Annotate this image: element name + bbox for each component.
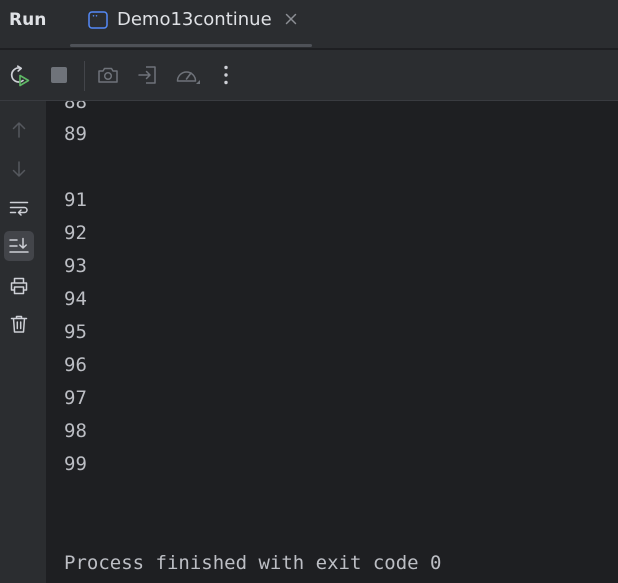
console-line: 89 xyxy=(64,123,87,145)
exit-button[interactable] xyxy=(136,63,160,87)
console-line: 94 xyxy=(64,288,87,310)
tool-window-title: Run xyxy=(9,10,47,30)
clear-all-button[interactable] xyxy=(4,309,34,339)
console-line: 96 xyxy=(64,354,87,376)
profiler-button[interactable] xyxy=(174,63,202,87)
print-button[interactable] xyxy=(4,271,34,301)
down-arrow-icon xyxy=(12,161,26,177)
run-tool-window-header: Run Demo13continue xyxy=(0,0,618,49)
rerun-button[interactable] xyxy=(7,63,31,87)
console-line: 95 xyxy=(64,321,87,343)
profiler-icon xyxy=(176,71,200,84)
console-line: 93 xyxy=(64,255,87,277)
toolbar-separator xyxy=(84,61,85,91)
console-line: 99 xyxy=(64,453,87,475)
exit-message: Process finished with exit code 0 xyxy=(64,552,442,574)
stop-button[interactable] xyxy=(47,63,71,87)
console-window-icon xyxy=(88,11,108,33)
console-line: 92 xyxy=(64,222,87,244)
tab-selected-underline xyxy=(70,44,312,47)
stop-icon xyxy=(51,67,67,83)
console-side-toolbar xyxy=(0,101,46,583)
previous-occurrence-button[interactable] xyxy=(4,115,34,145)
up-arrow-icon xyxy=(12,122,26,138)
close-icon[interactable] xyxy=(283,11,299,27)
console-line: 98 xyxy=(64,420,87,442)
camera-icon xyxy=(98,67,118,83)
more-options-button[interactable] xyxy=(214,63,238,87)
trash-icon xyxy=(10,315,28,333)
tab-label: Demo13continue xyxy=(117,9,272,30)
tab-demo13continue[interactable]: Demo13continue xyxy=(70,0,312,49)
console-output[interactable]: 88 89 91 92 93 94 95 96 97 98 99 Process… xyxy=(46,101,618,583)
sign-in-icon xyxy=(138,66,156,84)
more-options-icon xyxy=(224,65,228,85)
dump-threads-button[interactable] xyxy=(96,63,120,87)
next-occurrence-button[interactable] xyxy=(4,154,34,184)
rerun-icon xyxy=(10,65,30,87)
console-line: 97 xyxy=(64,387,87,409)
scroll-to-end-button[interactable] xyxy=(4,231,34,261)
console-line-partial: 88 xyxy=(64,101,87,113)
soft-wrap-icon xyxy=(9,201,29,216)
print-icon xyxy=(10,277,28,295)
console-line: 91 xyxy=(64,189,87,211)
soft-wrap-button[interactable] xyxy=(4,193,34,223)
scroll-to-end-icon xyxy=(9,237,29,253)
run-toolbar xyxy=(0,50,618,101)
